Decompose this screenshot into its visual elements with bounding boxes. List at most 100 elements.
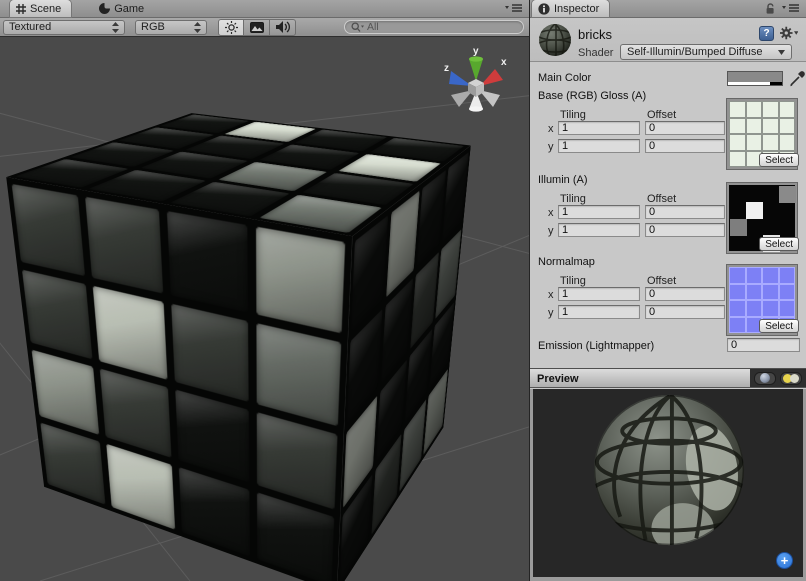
texture-cell (730, 135, 745, 150)
game-icon (99, 3, 110, 14)
base-tiling-x-field[interactable] (558, 121, 640, 135)
tab-game[interactable]: Game (93, 0, 154, 17)
cube-tile (106, 444, 174, 530)
normalmap-offset-y-field[interactable] (645, 305, 725, 319)
illumin-tiling-x-field[interactable] (558, 205, 640, 219)
search-icon (351, 22, 364, 33)
preview-header[interactable]: Preview (530, 368, 806, 388)
shader-label: Shader (578, 47, 613, 59)
updown-arrows-icon (112, 22, 119, 33)
cube-tile (100, 368, 171, 457)
material-header: bricks Shader Self-Illumin/Bumped Diffus… (530, 18, 806, 62)
cube-tile (175, 389, 249, 482)
updown-arrows-icon (194, 22, 201, 33)
scene-panel: Scene Game Textured (0, 0, 530, 581)
add-preview-button[interactable]: + (776, 552, 793, 569)
main-color-alpha-bar (728, 82, 782, 85)
texture-cell (747, 135, 762, 150)
lock-icon[interactable] (765, 3, 776, 15)
cube-tile (256, 411, 337, 509)
texture-section-illumin: Illumin (A) Tiling Offset x y Select (530, 174, 806, 260)
cube-tile (351, 215, 388, 332)
emission-label: Emission (Lightmapper) (538, 340, 654, 352)
base-select-button[interactable]: Select (759, 153, 799, 167)
scene-lighting-toggle[interactable] (218, 19, 244, 36)
texture-cell (763, 119, 778, 134)
preview-shape-button[interactable] (754, 372, 776, 385)
emission-field[interactable] (727, 338, 800, 352)
normalmap-texture-thumbnail[interactable]: Select (727, 265, 797, 335)
base-tiling-y-field[interactable] (558, 139, 640, 153)
preview-viewport[interactable]: + (530, 389, 806, 581)
texture-cell (763, 135, 778, 150)
illumin-square (730, 219, 747, 236)
gizmo-x-label: x (501, 57, 507, 68)
cube-tile (85, 197, 162, 294)
base-offset-x-field[interactable] (645, 121, 725, 135)
tab-scene[interactable]: Scene (10, 0, 71, 17)
normalmap-tiling-x-field[interactable] (558, 287, 640, 301)
shader-dropdown[interactable]: Self-Illumin/Bumped Diffuse (620, 44, 792, 60)
illumin-select-button[interactable]: Select (759, 237, 799, 251)
y-row-label: y (548, 225, 556, 237)
offset-header: Offset (647, 275, 676, 287)
section-label: Illumin (A) (538, 174, 588, 186)
x-row-label: x (548, 207, 556, 219)
render-mode-dropdown[interactable]: Textured (3, 20, 125, 35)
base-offset-y-field[interactable] (645, 139, 725, 153)
section-label: Normalmap (538, 256, 595, 268)
cube-tile (442, 152, 469, 242)
shader-value: Self-Illumin/Bumped Diffuse (627, 46, 778, 58)
illumin-offset-x-field[interactable] (645, 205, 725, 219)
main-color-swatch[interactable] (727, 71, 783, 86)
panel-menu-icon[interactable] (782, 4, 800, 13)
texture-section-base: Base (RGB) Gloss (A) Tiling Offset x y S… (530, 90, 806, 176)
cube-tile (32, 349, 100, 435)
normalmap-select-button[interactable]: Select (759, 319, 799, 333)
texture-section-normalmap: Normalmap Tiling Offset x y Select (530, 256, 806, 342)
scene-panel-menu-button[interactable] (499, 0, 529, 17)
normalmap-tiling-y-field[interactable] (558, 305, 640, 319)
scene-skybox-toggle[interactable] (244, 19, 270, 36)
cube-object[interactable] (14, 73, 494, 553)
illumin-offset-y-field[interactable] (645, 223, 725, 237)
tab-scene-label: Scene (30, 3, 61, 15)
gizmo-center-cube[interactable] (468, 79, 484, 97)
light-dot-icon (790, 374, 799, 383)
cube-tile (12, 184, 86, 277)
scene-search-input[interactable]: All (344, 20, 524, 34)
texture-cell (780, 301, 795, 316)
normalmap-offset-x-field[interactable] (645, 287, 725, 301)
gizmo-y-axis-cone[interactable] (469, 59, 483, 81)
chevron-down-icon (794, 31, 798, 35)
texture-cell (730, 301, 745, 316)
scene-toolbar: Textured RGB (0, 18, 529, 37)
search-filter-label: All (367, 21, 379, 33)
chevron-down-icon (778, 50, 785, 55)
illumin-tiling-y-field[interactable] (558, 223, 640, 237)
orientation-gizmo[interactable]: y z x (438, 45, 514, 121)
context-menu-button[interactable] (780, 25, 798, 41)
preview-lighting-button[interactable] (780, 372, 802, 385)
material-preview-sphere (591, 392, 747, 548)
eyedropper-icon[interactable] (789, 69, 806, 87)
panel-menu-icon (505, 4, 523, 13)
help-button[interactable]: ? (759, 26, 774, 41)
illumin-texture-thumbnail[interactable]: Select (727, 183, 797, 253)
tiling-header: Tiling (560, 275, 586, 287)
tab-inspector[interactable]: Inspector (532, 0, 609, 17)
scene-viewport[interactable]: y z x (0, 37, 529, 581)
texture-cell (763, 102, 778, 117)
material-properties: Main Color Base (RGB) Gloss (A) Tiling O… (530, 62, 806, 368)
color-channel-dropdown[interactable]: RGB (135, 20, 207, 35)
sun-icon (225, 21, 238, 34)
color-channel-value: RGB (141, 21, 194, 33)
texture-cell (747, 268, 762, 283)
scene-audio-toggle[interactable] (270, 19, 296, 36)
gizmo-y-label: y (473, 46, 479, 57)
tiling-header: Tiling (560, 109, 586, 121)
material-name: bricks (578, 27, 612, 42)
base-texture-thumbnail[interactable]: Select (727, 99, 797, 169)
offset-header: Offset (647, 193, 676, 205)
scene-toggle-group (218, 19, 296, 36)
